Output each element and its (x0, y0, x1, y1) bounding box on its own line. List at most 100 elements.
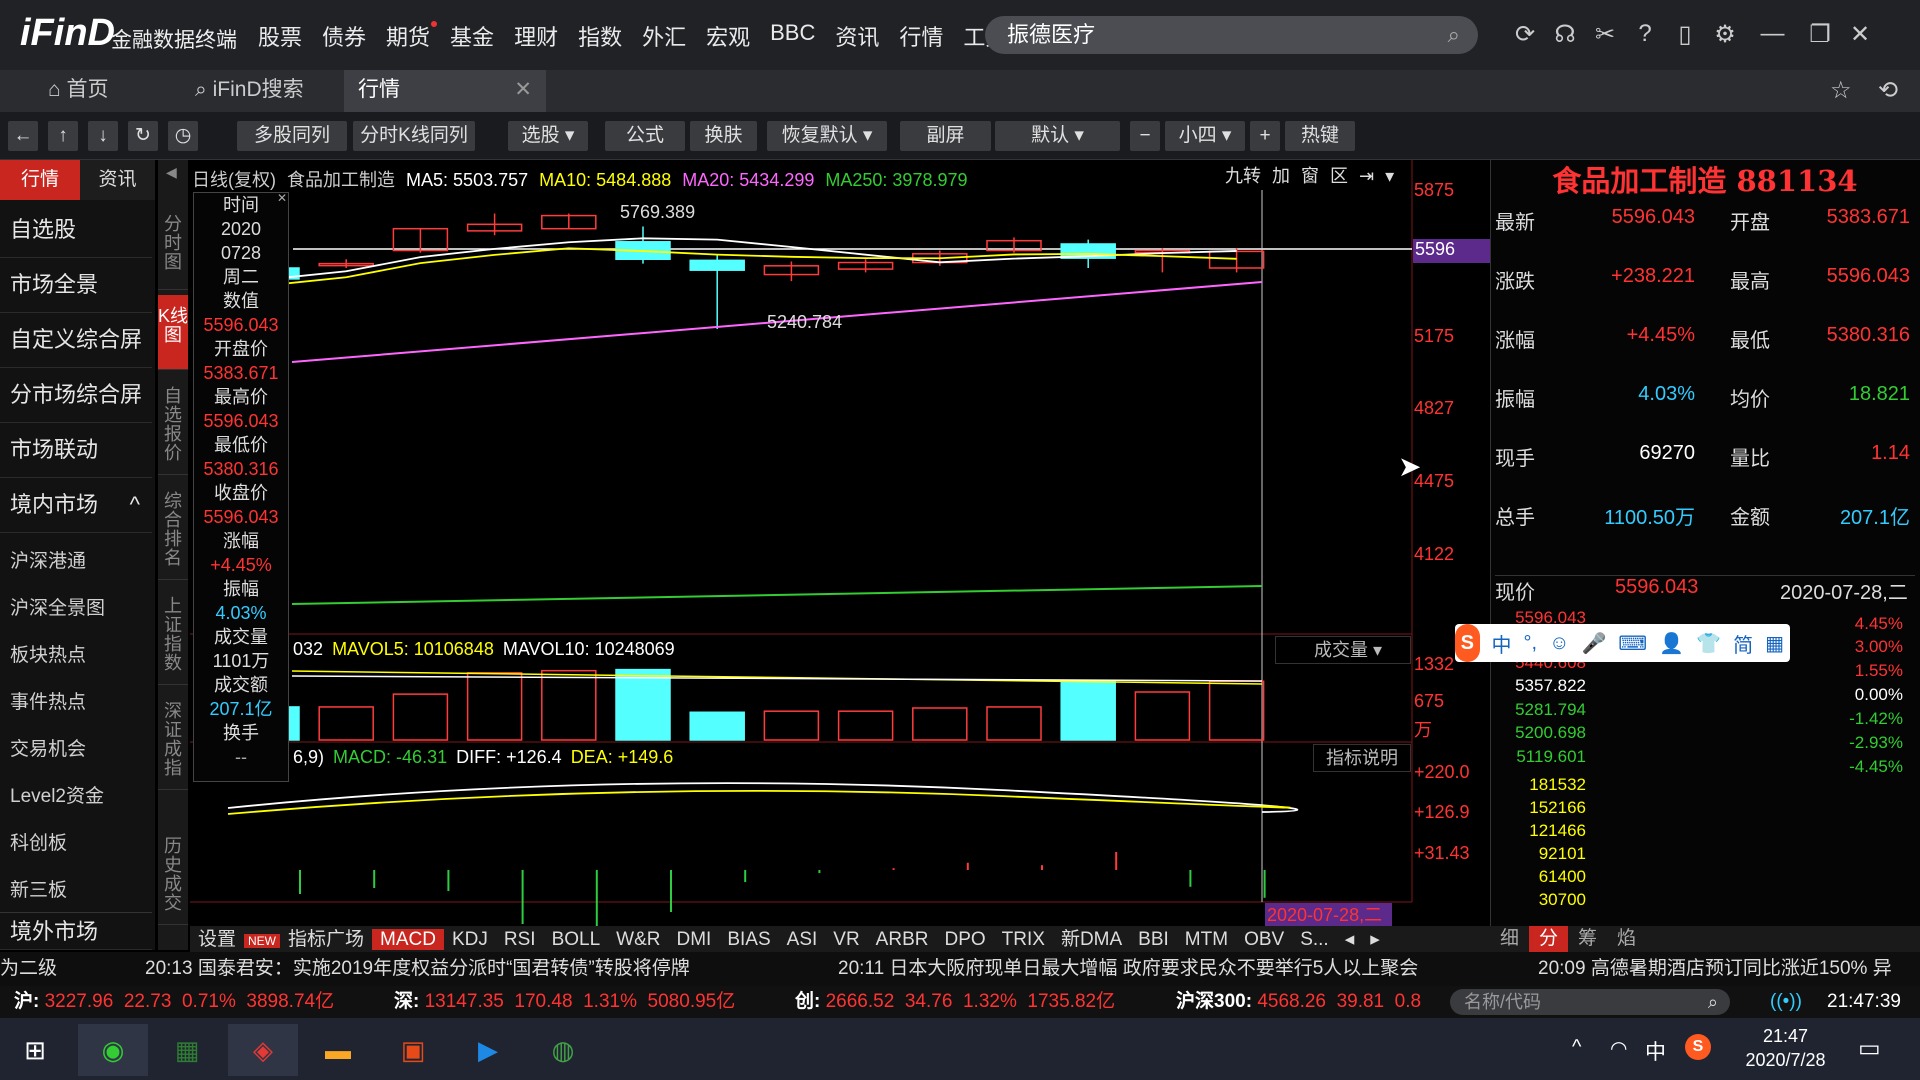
btab-bbi[interactable]: BBI (1130, 929, 1177, 950)
news-3-text: 高德暑期酒店预订同比涨近150% 异 (1590, 958, 1892, 979)
presentation-icon[interactable]: ▣ (378, 1024, 448, 1076)
tray-chevron-icon[interactable]: ^ (1572, 1036, 1581, 1059)
mini-pct-label: 1.55% (1854, 661, 1903, 680)
btab-macd[interactable]: MACD (372, 929, 444, 950)
index-sh[interactable]: 沪: 3227.96 22.73 0.71% 3898.74亿 (14, 986, 334, 1018)
news-item-1[interactable]: 20:13 国泰君安：实施2019年度权益分派时“国君转债”转股将停牌 (145, 952, 690, 986)
btab-mtm[interactable]: MTM (1177, 929, 1236, 950)
index-hs300[interactable]: 沪深300: 4568.26 39.81 0.8 (1176, 986, 1446, 1018)
code-search-placeholder: 名称/代码 (1464, 992, 1542, 1012)
mini-tab-detail[interactable]: 细 (1490, 926, 1529, 952)
ifind-app-icon[interactable]: ◈ (228, 1024, 298, 1076)
index-cy[interactable]: 创: 2666.52 34.76 1.32% 1735.82亿 (795, 986, 1115, 1018)
volume-bar (689, 711, 745, 741)
kinfo-open-label: 开盘价 (214, 339, 268, 359)
btab-settings[interactable]: 设置 (190, 929, 244, 950)
mini-pct-label: -1.42% (1849, 709, 1903, 728)
btab-dmi[interactable]: DMI (669, 929, 720, 950)
index-hs300-chg: 39.81 (1336, 991, 1385, 1012)
btab-boll[interactable]: BOLL (544, 929, 609, 950)
mini-vol-label: 30700 (1538, 890, 1586, 909)
code-search-icon[interactable]: ⌕ (1708, 989, 1718, 1015)
ime-voice-icon[interactable]: 🎤 (1582, 631, 1607, 656)
news-item-3[interactable]: 20:09 高德暑期酒店预订同比涨近150% 异 (1538, 952, 1892, 986)
macd-header: 6,9) MACD: -46.31 DIFF: +126.4 DEA: +149… (293, 747, 673, 768)
btab-indicator-square[interactable]: 指标广场 (280, 929, 372, 950)
mini-tab-flame[interactable]: 焰 (1607, 926, 1646, 952)
ime-simplified[interactable]: 简 (1733, 629, 1753, 658)
ime-skin-icon[interactable]: 👕 (1696, 631, 1721, 656)
kinfo-year: 2020 (220, 219, 262, 239)
wechat-icon[interactable]: ◉ (78, 1024, 148, 1076)
excel-icon[interactable]: ▦ (152, 1024, 222, 1076)
quote-label-1: 总手 (1495, 507, 1535, 529)
btab-bias[interactable]: BIAS (719, 929, 778, 950)
index-hs300-pct: 0.8 (1394, 991, 1422, 1012)
windows-start-icon[interactable]: ⊞ (0, 1024, 70, 1076)
high-annotation: 5769.389 (620, 202, 696, 222)
ime-user-icon[interactable]: 👤 (1659, 631, 1684, 656)
ime-keyboard-icon[interactable]: ⌨ (1618, 631, 1647, 656)
sogou-logo-icon[interactable]: S (1455, 624, 1480, 662)
macd-value: MACD: -46.31 (333, 747, 448, 767)
ime-toolbox-icon[interactable]: ▦ (1765, 631, 1784, 656)
index-sz-price: 13147.35 (424, 991, 504, 1012)
panel-close-icon[interactable]: ✕ (275, 191, 289, 205)
mini-pct-label: -2.93% (1849, 733, 1903, 752)
diff-value: DIFF: +126.4 (456, 747, 562, 767)
taskbar-time: 21:47 (1762, 1026, 1809, 1046)
scroll-right-icon[interactable]: ▸ (1362, 929, 1388, 950)
diff-line (227, 782, 1299, 813)
tray-sogou-icon[interactable]: S (1685, 1034, 1711, 1060)
btab-dma[interactable]: 新DMA (1053, 929, 1130, 950)
btab-wr[interactable]: W&R (608, 929, 668, 950)
btab-dpo[interactable]: DPO (936, 929, 993, 950)
news-item-2[interactable]: 20:11 日本大阪府现单日最大增幅 政府要求民众不要举行5人以上聚会 (838, 952, 1418, 986)
ime-punct[interactable]: °, (1524, 632, 1538, 655)
btab-asi[interactable]: ASI (779, 929, 826, 950)
notification-icon[interactable]: ▭ (1858, 1034, 1881, 1063)
index-sz[interactable]: 深: 13147.35 170.48 1.31% 5080.95亿 (394, 986, 735, 1018)
axis-price-5: 4122 (1414, 544, 1455, 564)
mini-pct-label: 0.00% (1854, 685, 1903, 704)
mini-tab-chips[interactable]: 筹 (1568, 926, 1607, 952)
volume-bar (837, 710, 894, 741)
index-cy-pct: 1.32% (962, 991, 1017, 1012)
btab-more[interactable]: S... (1292, 929, 1337, 950)
taskbar-clock[interactable]: 21:47 2020/7/28 (1738, 1024, 1833, 1072)
index-sh-price: 3227.96 (44, 991, 114, 1012)
candle-body (689, 259, 745, 271)
volume-indicator-select[interactable]: 成交量 ▾ (1275, 636, 1411, 664)
tray-ime[interactable]: 中 (1645, 1036, 1666, 1066)
btab-trix[interactable]: TRIX (994, 929, 1053, 950)
btab-kdj[interactable]: KDJ (444, 929, 496, 950)
btab-vr[interactable]: VR (825, 929, 867, 950)
kinfo-amp: 4.03% (215, 603, 267, 623)
index-hs300-price: 4568.26 (1257, 991, 1326, 1012)
btab-arbr[interactable]: ARBR (868, 929, 937, 950)
scroll-left-icon[interactable]: ◂ (1337, 929, 1363, 950)
ime-chinese[interactable]: 中 (1492, 629, 1512, 658)
mini-pct-label: -4.45% (1849, 757, 1903, 776)
mini-tab-timeshare[interactable]: 分 (1529, 926, 1569, 952)
chrome-icon[interactable]: ◍ (528, 1024, 598, 1076)
volume-bar (615, 668, 671, 741)
ime-emoji-icon[interactable]: ☺ (1549, 632, 1569, 655)
video-player-icon[interactable]: ▶ (453, 1024, 523, 1076)
btab-obv[interactable]: OBV (1236, 929, 1292, 950)
mini-pct-label: 3.00% (1854, 637, 1903, 656)
btab-rsi[interactable]: RSI (496, 929, 544, 950)
indicator-explain-button[interactable]: 指标说明 (1313, 744, 1411, 772)
news-2-time: 20:11 (838, 958, 885, 979)
now-label: 现价 (1495, 582, 1535, 604)
index-sz-name: 深: (394, 991, 420, 1012)
low-annotation: 5240.784 (767, 312, 843, 332)
mini-price-label: 5119.601 (1516, 747, 1586, 766)
news-0[interactable]: 为二级 (0, 958, 57, 979)
volume-text1: 032 (293, 639, 324, 659)
wifi-icon[interactable]: ◠ (1610, 1036, 1627, 1061)
code-search-input[interactable]: 名称/代码 ⌕ (1450, 989, 1730, 1015)
quote-row: 涨跌 +238.221 最高 5596.043 (1495, 265, 1915, 315)
axis-price-current: 5596 (1413, 239, 1490, 263)
file-explorer-icon[interactable]: ▬ (303, 1024, 373, 1076)
